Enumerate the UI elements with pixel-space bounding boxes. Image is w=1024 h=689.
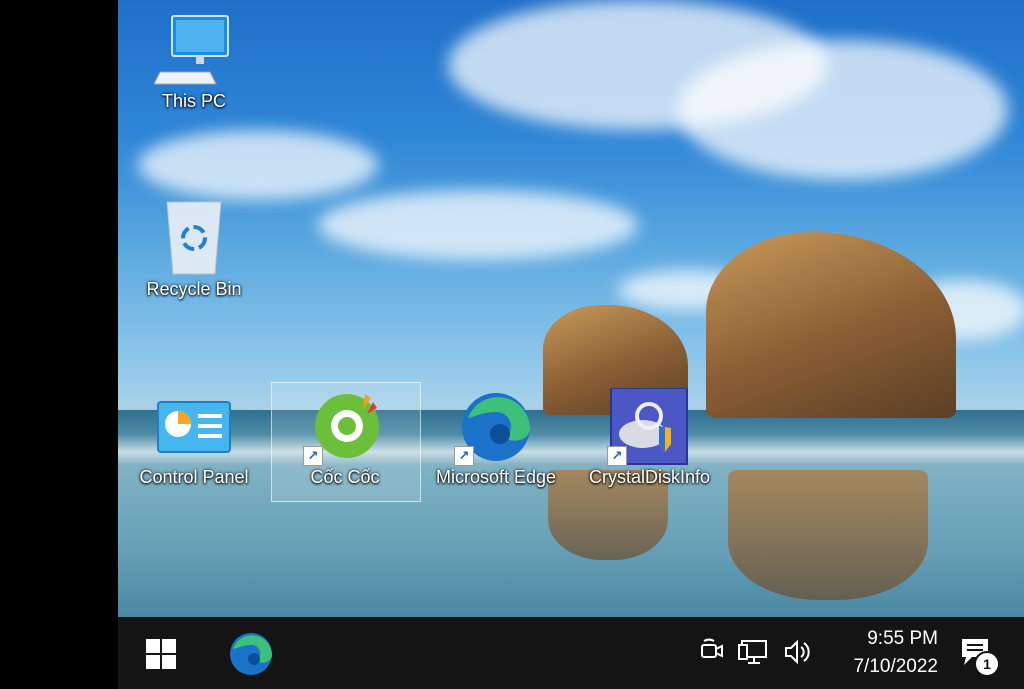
wallpaper-cloud: [678, 40, 1008, 180]
desktop-icon-label: Cốc Cốc: [310, 467, 380, 487]
wallpaper-cloud: [318, 190, 638, 260]
taskbar: 9:55 PM 7/10/2022 1: [118, 617, 1024, 689]
notification-count-badge: 1: [974, 651, 1000, 677]
desktop-icon-label: Control Panel: [139, 467, 249, 487]
desktop-icon-microsoft-edge[interactable]: ↗ Microsoft Edge: [436, 388, 556, 488]
meet-now-icon[interactable]: [698, 637, 724, 667]
wallpaper-rock-reflection: [728, 470, 928, 600]
network-icon[interactable]: [738, 637, 772, 667]
windows-start-icon[interactable]: [146, 639, 176, 669]
monitor-icon: [154, 15, 229, 85]
desktop-icon-this-pc[interactable]: This PC: [134, 12, 254, 112]
desktop-icon-coccoc[interactable]: ↗ Cốc Cốc: [285, 388, 405, 488]
desktop-icon-crystaldiskinfo[interactable]: ↗ CrystalDiskInfo: [589, 388, 711, 488]
control-panel-icon: [157, 401, 231, 453]
shortcut-arrow-icon: ↗: [454, 446, 474, 466]
desktop-icon-label: This PC: [161, 91, 226, 111]
recycle-bin-icon: [166, 201, 222, 275]
notification-center-button[interactable]: 1: [958, 635, 1000, 677]
volume-icon[interactable]: [782, 637, 812, 667]
desktop-icon-control-panel[interactable]: Control Panel: [134, 398, 254, 488]
desktop-icon-label: Recycle Bin: [146, 279, 242, 299]
desktop-icon-label: Microsoft Edge: [436, 467, 557, 487]
taskbar-clock[interactable]: 9:55 PM 7/10/2022: [818, 625, 938, 681]
left-black-bar: [0, 0, 118, 689]
edge-icon[interactable]: [228, 631, 274, 677]
shortcut-arrow-icon: ↗: [303, 446, 323, 466]
shortcut-arrow-icon: ↗: [607, 446, 627, 466]
desktop-icon-recycle-bin[interactable]: Recycle Bin: [134, 198, 254, 300]
desktop-icon-label: CrystalDiskInfo: [589, 467, 711, 487]
clock-time: 9:55 PM: [867, 628, 938, 649]
wallpaper-cloud: [138, 130, 378, 200]
desktop[interactable]: This PC Recycle Bin Control Panel ↗ Cốc …: [118, 0, 1024, 617]
clock-date: 7/10/2022: [853, 656, 938, 677]
wallpaper-rock-right: [706, 232, 956, 418]
